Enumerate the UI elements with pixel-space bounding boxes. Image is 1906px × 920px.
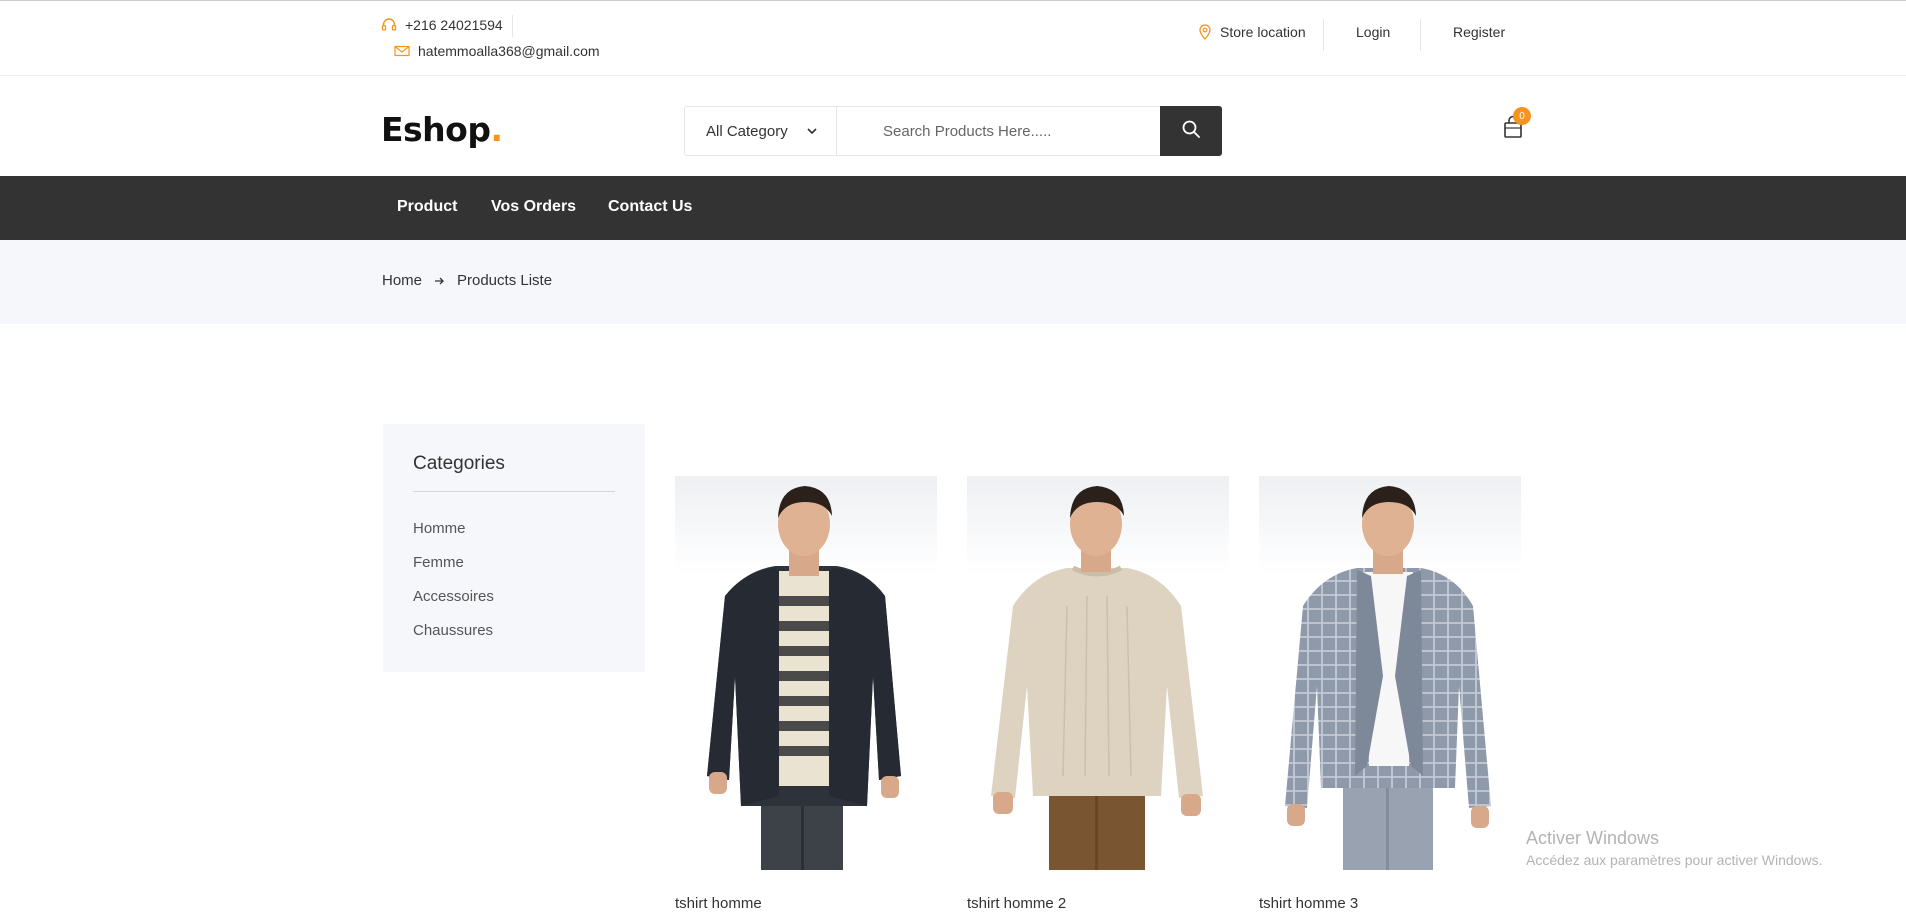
- windows-activation-title: Activer Windows: [1526, 828, 1660, 848]
- mail-icon: [394, 43, 410, 59]
- category-select[interactable]: All Category: [685, 107, 837, 155]
- divider: [1323, 19, 1324, 51]
- categories-title: Categories: [413, 453, 505, 474]
- breadcrumb-home[interactable]: Home: [382, 272, 422, 289]
- chevron-down-icon: [806, 125, 818, 137]
- phone-contact: +216 24021594: [381, 17, 503, 33]
- main-nav: Product Vos Orders Contact Us: [0, 176, 1906, 240]
- search-bar: All Category: [684, 106, 1222, 156]
- cart-count-badge: 0: [1513, 107, 1531, 125]
- product-name[interactable]: tshirt homme 3: [1259, 895, 1358, 912]
- divider: [413, 491, 615, 492]
- category-item-homme[interactable]: Homme: [413, 520, 466, 537]
- nav-item-contact[interactable]: Contact Us: [608, 198, 692, 216]
- email-contact: hatemmoalla368@gmail.com: [394, 43, 600, 59]
- category-item-accessoires[interactable]: Accessoires: [413, 588, 494, 605]
- search-icon: [1181, 119, 1201, 144]
- top-bar: +216 24021594 hatemmoalla368@gmail.com S…: [0, 0, 1906, 76]
- map-pin-icon: [1198, 24, 1212, 40]
- category-item-chaussures[interactable]: Chaussures: [413, 622, 493, 639]
- breadcrumb-current: Products Liste: [457, 272, 553, 289]
- product-image[interactable]: [967, 476, 1229, 870]
- store-location-link[interactable]: Store location: [1198, 24, 1306, 40]
- category-item-femme[interactable]: Femme: [413, 554, 464, 571]
- divider: [1420, 19, 1421, 51]
- login-link[interactable]: Login: [1356, 24, 1390, 40]
- divider: [512, 15, 513, 37]
- register-link[interactable]: Register: [1453, 24, 1505, 40]
- email-address: hatemmoalla368@gmail.com: [418, 43, 600, 59]
- store-location-label: Store location: [1220, 24, 1306, 40]
- product-image[interactable]: [675, 476, 937, 870]
- logo-text: Eshop: [381, 110, 491, 149]
- nav-item-orders[interactable]: Vos Orders: [491, 198, 576, 216]
- headset-icon: [381, 17, 397, 33]
- search-button[interactable]: [1160, 106, 1222, 156]
- logo-dot: .: [490, 110, 503, 149]
- logo[interactable]: Eshop.: [381, 110, 503, 149]
- product-name[interactable]: tshirt homme 2: [967, 895, 1066, 912]
- search-input[interactable]: [837, 107, 1160, 155]
- arrow-right-icon: [433, 275, 445, 287]
- category-select-value: All Category: [706, 122, 788, 140]
- windows-activation-subtitle: Accédez aux paramètres pour activer Wind…: [1526, 852, 1823, 868]
- breadcrumb: Home Products Liste: [0, 240, 1906, 324]
- categories-sidebar: Categories Homme Femme Accessoires Chaus…: [383, 424, 645, 672]
- nav-item-product[interactable]: Product: [397, 198, 457, 216]
- phone-number: +216 24021594: [405, 17, 503, 33]
- product-image[interactable]: [1259, 476, 1521, 870]
- product-name[interactable]: tshirt homme: [675, 895, 762, 912]
